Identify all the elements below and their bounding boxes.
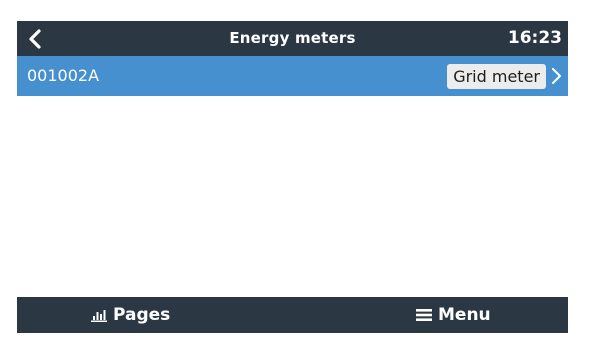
chevron-right-icon: [552, 68, 561, 84]
bar-chart-icon: [91, 310, 107, 322]
clock-time: 16:23: [507, 28, 562, 48]
header-bar: Energy meters 16:23: [17, 21, 568, 56]
pages-button[interactable]: Pages: [91, 297, 170, 333]
pages-label: Pages: [113, 305, 171, 325]
meter-role-value: Grid meter: [447, 64, 546, 89]
list-item-energy-meter[interactable]: 001002A Grid meter: [17, 56, 568, 96]
hamburger-icon: [416, 309, 432, 321]
energy-meters-screen: Energy meters 16:23 001002A Grid meter P…: [17, 21, 568, 333]
menu-label: Menu: [438, 305, 491, 325]
meter-id-label: 001002A: [27, 66, 100, 85]
page-title: Energy meters: [229, 29, 356, 47]
menu-button[interactable]: Menu: [416, 297, 491, 333]
footer-bar: Pages Menu: [17, 297, 568, 333]
